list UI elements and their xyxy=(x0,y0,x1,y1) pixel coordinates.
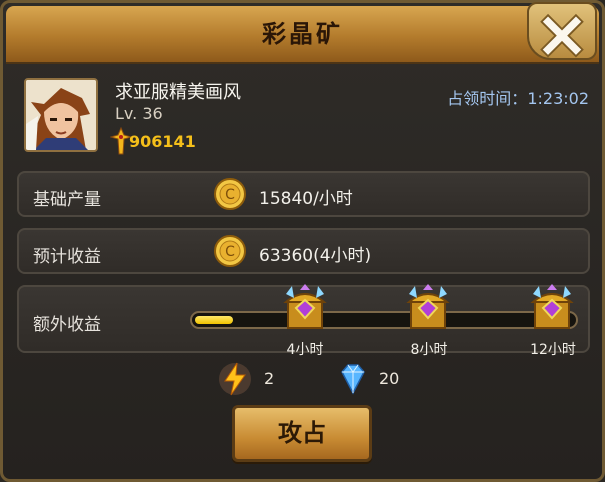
extra-income-progress xyxy=(190,311,578,329)
attack-button-label: 攻占 xyxy=(278,419,326,447)
base-output-row: 基础产量 C 15840/小时 xyxy=(17,171,590,217)
base-output-value: 15840/小时 xyxy=(259,189,353,209)
milestone-8h-label: 8小时 xyxy=(410,342,448,358)
player-power: 906141 xyxy=(129,132,196,151)
diamond-icon xyxy=(341,364,365,395)
occupy-time-label: 占领时间： xyxy=(447,89,528,108)
dialog-title-bar: 彩晶矿 xyxy=(6,6,599,64)
close-button[interactable] xyxy=(527,2,597,60)
player-level: Lv. 36 xyxy=(115,104,163,123)
milestone-12h-label: 12小时 xyxy=(530,342,576,358)
expected-income-value: 63360(4小时) xyxy=(259,246,372,266)
attack-button[interactable]: 攻占 xyxy=(232,405,372,462)
player-name: 求亚服精美画风 xyxy=(115,82,241,103)
treasure-chest-icon[interactable] xyxy=(278,284,332,336)
occupy-time-value: 1:23:02 xyxy=(527,89,589,108)
extra-income-progress-fill xyxy=(195,316,233,324)
base-output-label: 基础产量 xyxy=(33,190,101,210)
player-avatar[interactable] xyxy=(24,78,98,152)
treasure-chest-icon[interactable] xyxy=(401,284,455,336)
milestone-4h-label: 4小时 xyxy=(286,342,324,358)
player-info: 求亚服精美画风 Lv. 36 906141 占领时间：1:23:02 xyxy=(16,74,591,156)
gold-coin-icon: C xyxy=(214,235,246,267)
expected-income-row: 预计收益 C 63360(4小时) xyxy=(17,228,590,274)
energy-cost-value: 2 xyxy=(264,369,275,388)
dialog-title: 彩晶矿 xyxy=(262,20,343,48)
expected-income-label: 预计收益 xyxy=(33,247,101,267)
hero-portrait-icon xyxy=(26,80,96,150)
gold-coin-icon: C xyxy=(214,178,246,210)
extra-income-row: 额外收益 4小时 8小时 12小时 xyxy=(17,284,590,358)
treasure-chest-icon[interactable] xyxy=(525,284,579,336)
lightning-icon xyxy=(219,362,251,396)
extra-income-label: 额外收益 xyxy=(33,315,101,335)
occupy-time: 占领时间：1:23:02 xyxy=(447,85,589,109)
svg-text:C: C xyxy=(225,244,235,260)
diamond-cost-value: 20 xyxy=(379,369,400,388)
close-x-icon xyxy=(540,13,584,58)
svg-text:C: C xyxy=(225,187,235,203)
